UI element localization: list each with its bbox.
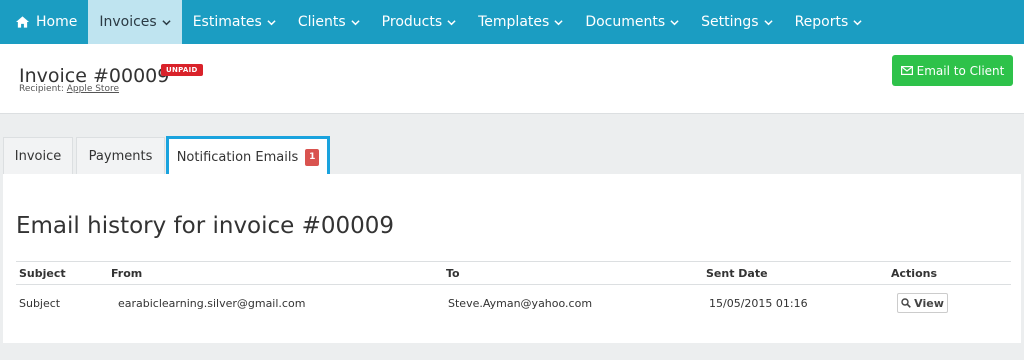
nav-settings-label: Settings <box>701 14 759 30</box>
nav-reports-label: Reports <box>794 14 849 30</box>
email-history-panel: Email history for invoice #00009 Subject… <box>3 174 1021 343</box>
table-row: Subject earabiclearning.silver@gmail.com… <box>16 285 1011 321</box>
nav-products[interactable]: Products <box>371 0 467 44</box>
email-to-client-button[interactable]: Email to Client <box>892 55 1013 86</box>
top-navbar: Home Invoices Estimates Clients Products… <box>0 0 1024 44</box>
chevron-down-icon <box>267 19 276 25</box>
nav-documents[interactable]: Documents <box>574 0 690 44</box>
nav-estimates-label: Estimates <box>192 14 262 30</box>
envelope-icon <box>900 66 913 75</box>
chevron-down-icon <box>763 19 773 25</box>
tab-payments-label: Payments <box>88 148 153 164</box>
view-button[interactable]: View <box>897 293 948 313</box>
recipient-link[interactable]: Apple Store <box>67 84 119 94</box>
nav-invoices-label: Invoices <box>99 14 157 30</box>
nav-home-label: Home <box>36 14 78 30</box>
chevron-down-icon <box>670 19 679 25</box>
tab-invoice[interactable]: Invoice <box>3 137 73 174</box>
nav-settings[interactable]: Settings <box>690 0 783 44</box>
cell-to: Steve.Ayman@yahoo.com <box>448 297 593 310</box>
table-header: Subject From To Sent Date Actions <box>16 261 1011 285</box>
nav-documents-label: Documents <box>585 14 666 30</box>
tab-invoice-label: Invoice <box>14 148 62 164</box>
tab-payments[interactable]: Payments <box>76 137 165 174</box>
nav-home[interactable]: Home <box>5 0 88 44</box>
nav-clients[interactable]: Clients <box>287 0 371 44</box>
chevron-down-icon <box>351 19 360 25</box>
email-history-table: Subject From To Sent Date Actions Subjec… <box>16 261 1011 321</box>
view-button-label: View <box>914 296 944 310</box>
col-actions: Actions <box>891 267 937 280</box>
status-badge: UNPAID <box>161 64 203 76</box>
tab-notification-emails[interactable]: Notification Emails 1 <box>166 136 330 179</box>
nav-clients-label: Clients <box>297 14 346 30</box>
panel-title: Email history for invoice #00009 <box>16 213 395 239</box>
recipient-prefix: Recipient: <box>19 84 64 94</box>
cell-from: earabiclearning.silver@gmail.com <box>118 297 306 310</box>
chevron-down-icon <box>554 19 563 25</box>
col-to: To <box>446 267 460 280</box>
nav-reports[interactable]: Reports <box>784 0 874 44</box>
chevron-down-icon <box>447 19 456 25</box>
invoice-header: Invoice #00009 UNPAID Recipient: Apple S… <box>0 44 1024 114</box>
nav-products-label: Products <box>381 14 443 30</box>
nav-templates-label: Templates <box>478 14 550 30</box>
chevron-down-icon <box>162 19 171 25</box>
nav-estimates[interactable]: Estimates <box>182 0 287 44</box>
col-subject: Subject <box>19 267 66 280</box>
email-button-label: Email to Client <box>916 63 1005 78</box>
notification-count-badge: 1 <box>305 149 320 166</box>
chevron-down-icon <box>853 19 862 25</box>
home-icon <box>16 16 29 28</box>
tab-notification-label: Notification Emails <box>176 150 299 165</box>
search-icon <box>901 298 912 308</box>
cell-sent-date: 15/05/2015 01:16 <box>709 297 808 310</box>
col-from: From <box>111 267 143 280</box>
recipient-line: Recipient: Apple Store <box>19 84 119 94</box>
nav-invoices[interactable]: Invoices <box>88 0 182 44</box>
nav-templates[interactable]: Templates <box>467 0 574 44</box>
cell-subject: Subject <box>19 297 61 310</box>
col-sent-date: Sent Date <box>706 267 768 280</box>
